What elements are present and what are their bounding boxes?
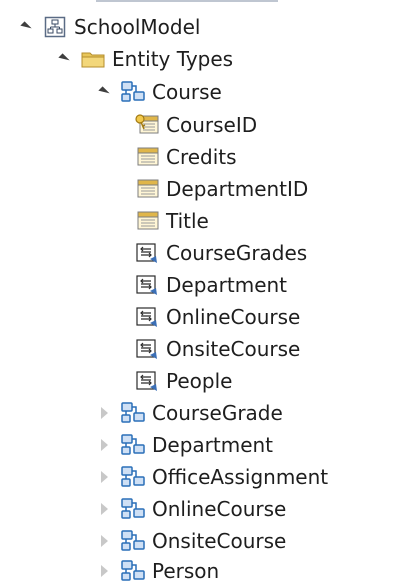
entity-icon xyxy=(120,77,146,107)
entity-icon xyxy=(120,462,146,492)
tree-node-navigation-property[interactable]: OnlineCourse xyxy=(134,302,300,332)
tree-node-label: Title xyxy=(166,209,209,233)
navigation-property-icon xyxy=(134,302,160,332)
expanded-arrow-icon[interactable] xyxy=(56,44,72,74)
tree-node-label: Course xyxy=(152,80,222,104)
tree-node-label: SchoolModel xyxy=(74,15,201,39)
tree-node-label: Person xyxy=(152,559,220,583)
tree-node-navigation-property[interactable]: CourseGrades xyxy=(134,238,307,268)
tree-node-property[interactable]: DepartmentID xyxy=(134,174,308,204)
tree-node-label: Department xyxy=(166,273,288,297)
tree-node-property[interactable]: Credits xyxy=(134,142,237,172)
tree-node-label: OnlineCourse xyxy=(152,497,287,521)
collapsed-arrow-icon[interactable] xyxy=(96,398,112,428)
entity-icon xyxy=(120,494,146,524)
collapsed-arrow-icon[interactable] xyxy=(96,430,112,460)
collapsed-arrow-icon[interactable] xyxy=(96,462,112,492)
model-browser-tree: SchoolModel Entity Types Course CourseID… xyxy=(0,0,414,588)
model-icon xyxy=(42,12,68,42)
navigation-property-icon xyxy=(134,270,160,300)
tree-node-label: Entity Types xyxy=(112,47,234,71)
expanded-arrow-icon[interactable] xyxy=(96,77,112,107)
tree-node-navigation-property[interactable]: People xyxy=(134,366,232,396)
tree-node-label: OfficeAssignment xyxy=(152,465,329,489)
tree-node-navigation-property[interactable]: Department xyxy=(134,270,287,300)
tree-node-entity-onsitecourse[interactable]: OnsiteCourse xyxy=(96,526,286,556)
collapsed-arrow-icon[interactable] xyxy=(96,526,112,556)
tree-node-label: DepartmentID xyxy=(166,177,309,201)
tree-node-entity-officeassignment[interactable]: OfficeAssignment xyxy=(96,462,328,492)
entity-icon xyxy=(120,430,146,460)
entity-icon xyxy=(120,526,146,556)
tree-node-label: OnlineCourse xyxy=(166,305,301,329)
tree-node-entity-coursegrade[interactable]: CourseGrade xyxy=(96,398,283,428)
tree-node-label: OnsiteCourse xyxy=(166,337,301,361)
navigation-property-icon xyxy=(134,334,160,364)
tree-node-label: Credits xyxy=(166,145,237,169)
navigation-property-icon xyxy=(134,238,160,268)
collapsed-arrow-icon[interactable] xyxy=(96,556,112,586)
collapsed-arrow-icon[interactable] xyxy=(96,494,112,524)
tree-node-navigation-property[interactable]: OnsiteCourse xyxy=(134,334,300,364)
navigation-property-icon xyxy=(134,366,160,396)
tree-node-schoolmodel[interactable]: SchoolModel xyxy=(18,12,200,42)
tree-node-label: People xyxy=(166,369,233,393)
key-property-icon xyxy=(134,110,160,140)
tree-node-entity-person[interactable]: Person xyxy=(96,556,219,586)
tree-node-entity-course[interactable]: Course xyxy=(96,77,222,107)
scalar-property-icon xyxy=(134,174,160,204)
tree-node-label: CourseGrades xyxy=(166,241,308,265)
entity-icon xyxy=(120,556,146,586)
scalar-property-icon xyxy=(134,142,160,172)
entity-icon xyxy=(120,398,146,428)
tree-node-label: OnsiteCourse xyxy=(152,529,287,553)
tree-node-label: Department xyxy=(152,433,274,457)
tree-node-property[interactable]: CourseID xyxy=(134,110,257,140)
scalar-property-icon xyxy=(134,206,160,236)
tree-node-property[interactable]: Title xyxy=(134,206,209,236)
tree-node-entity-types[interactable]: Entity Types xyxy=(56,44,233,74)
expanded-arrow-icon[interactable] xyxy=(18,12,34,42)
tree-node-entity-department[interactable]: Department xyxy=(96,430,273,460)
tree-node-label: CourseID xyxy=(166,113,258,137)
folder-icon xyxy=(80,44,106,74)
tree-node-entity-onlinecourse[interactable]: OnlineCourse xyxy=(96,494,286,524)
tree-node-label: CourseGrade xyxy=(152,401,283,425)
